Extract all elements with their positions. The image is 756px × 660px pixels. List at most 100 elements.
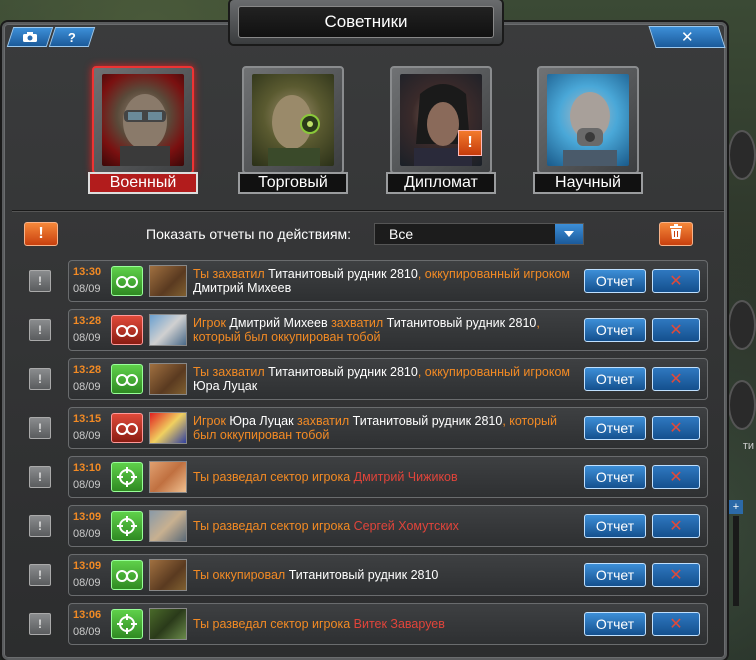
section-divider <box>12 210 724 212</box>
zoom-plus-button[interactable]: + <box>729 500 743 514</box>
report-time: 13:09 <box>73 560 102 572</box>
report-thumbnail <box>149 412 187 444</box>
row-select-checkbox[interactable]: ! <box>29 270 51 292</box>
report-message-part: Титанитовый рудник 2810 <box>288 568 439 582</box>
view-report-button[interactable]: Отчет <box>584 514 646 538</box>
report-message-part: Титанитовый рудник 2810 <box>268 365 418 379</box>
report-time: 13:28 <box>73 315 102 327</box>
advisor-trade[interactable]: Торговый <box>238 66 348 196</box>
report-message-part: , оккупированный игроком <box>417 267 571 281</box>
close-icon: ✕ <box>669 420 683 437</box>
close-icon: ✕ <box>669 616 683 633</box>
background-dial <box>728 130 756 180</box>
report-message-part: Юра Луцак <box>229 414 298 428</box>
close-icon: ✕ <box>680 29 694 46</box>
report-date: 08/09 <box>73 381 101 393</box>
delete-report-button[interactable]: ✕ <box>652 563 700 587</box>
report-message-part: Ты захватил <box>193 267 269 281</box>
view-report-button[interactable]: Отчет <box>584 367 646 391</box>
filter-selected-value: Все <box>389 226 414 242</box>
handcuffs-icon <box>111 364 143 394</box>
trade-advisor-portrait <box>252 74 334 166</box>
advisor-science[interactable]: Научный <box>533 66 643 196</box>
scout-crosshair-icon <box>111 511 143 541</box>
report-message-part: Ты разведал сектор игрока <box>193 470 354 484</box>
alerts-filter-button[interactable]: ! <box>24 222 58 246</box>
view-report-button[interactable]: Отчет <box>584 318 646 342</box>
delete-report-button[interactable]: ✕ <box>652 465 700 489</box>
delete-report-button[interactable]: ✕ <box>652 318 700 342</box>
view-report-button[interactable]: Отчет <box>584 465 646 489</box>
close-icon: ✕ <box>669 567 683 584</box>
report-thumbnail <box>149 314 187 346</box>
close-button[interactable]: ✕ <box>648 26 726 48</box>
handcuffs-icon <box>111 560 143 590</box>
trash-icon <box>669 223 683 245</box>
view-report-button[interactable]: Отчет <box>584 416 646 440</box>
report-thumbnail <box>149 461 187 493</box>
report-message-part: Титанитовый рудник 2810 <box>352 414 503 428</box>
screenshot-button[interactable] <box>6 27 54 47</box>
advisor-frame: ! <box>390 66 492 174</box>
report-message-part: Ты разведал сектор игрока <box>193 519 354 533</box>
zoom-track[interactable] <box>733 516 739 606</box>
help-button[interactable]: ? <box>48 27 96 47</box>
chevron-down-icon[interactable] <box>555 224 583 244</box>
advisor-diplomat[interactable]: ! Дипломат <box>386 66 496 196</box>
delete-report-button[interactable]: ✕ <box>652 367 700 391</box>
window-tab-buttons: ? <box>6 27 96 47</box>
row-select-checkbox[interactable]: ! <box>29 564 51 586</box>
report-time: 13:15 <box>73 413 102 425</box>
row-select-checkbox[interactable]: ! <box>29 613 51 635</box>
close-icon: ✕ <box>669 469 683 486</box>
alert-badge: ! <box>458 130 482 156</box>
report-message-part: Ты захватил <box>193 365 269 379</box>
report-time: 13:10 <box>73 462 102 474</box>
close-icon: ✕ <box>669 371 683 388</box>
report-row: 13:06 08/09 Ты разведал сектор игрока Вите… <box>68 603 708 645</box>
close-icon: ✕ <box>669 273 683 290</box>
report-row: 13:15 08/09 Игрок Юра Луцак захватил Титан… <box>68 407 708 449</box>
action-filter-dropdown[interactable]: Все <box>374 223 584 245</box>
scout-crosshair-icon <box>111 609 143 639</box>
delete-report-button[interactable]: ✕ <box>652 612 700 636</box>
report-message-part: Дмитрий Михеев <box>193 281 292 295</box>
report-thumbnail <box>149 363 187 395</box>
report-time: 13:06 <box>73 609 102 621</box>
report-message: Ты разведал сектор игрока Сергей Хомутск… <box>193 519 573 533</box>
delete-report-button[interactable]: ✕ <box>652 514 700 538</box>
report-message-part: Дмитрий Михеев <box>229 316 332 330</box>
delete-all-button[interactable] <box>659 222 693 246</box>
close-icon: ✕ <box>669 322 683 339</box>
report-message: Ты оккупировал Титанитовый рудник 2810 <box>193 568 573 582</box>
row-select-checkbox[interactable]: ! <box>29 466 51 488</box>
row-select-checkbox[interactable]: ! <box>29 417 51 439</box>
report-time: 13:30 <box>73 266 102 278</box>
report-date: 08/09 <box>73 332 101 344</box>
report-message: Игрок Юра Луцак захватил Титанитовый руд… <box>193 414 573 442</box>
report-message-part: захватил <box>331 316 387 330</box>
view-report-button[interactable]: Отчет <box>584 563 646 587</box>
report-message-part: , оккупированный игроком <box>417 365 571 379</box>
row-select-checkbox[interactable]: ! <box>29 368 51 390</box>
report-thumbnail <box>149 608 187 640</box>
background-dial <box>728 300 756 350</box>
delete-report-button[interactable]: ✕ <box>652 269 700 293</box>
row-select-checkbox[interactable]: ! <box>29 319 51 341</box>
science-advisor-portrait <box>547 74 629 166</box>
background-fragment-text: ти <box>742 440 754 452</box>
report-message-part: Витек Заваруев <box>353 617 445 631</box>
view-report-button[interactable]: Отчет <box>584 612 646 636</box>
advisor-frame <box>92 66 194 174</box>
row-select-checkbox[interactable]: ! <box>29 515 51 537</box>
advisor-military[interactable]: Военный <box>88 66 198 196</box>
report-date: 08/09 <box>73 430 101 442</box>
report-thumbnail <box>149 559 187 591</box>
view-report-button[interactable]: Отчет <box>584 269 646 293</box>
report-message-part: Дмитрий Чижиков <box>353 470 458 484</box>
report-row: 13:28 08/09 Игрок Дмитрий Михеев захватил … <box>68 309 708 351</box>
advisor-label: Военный <box>88 172 198 194</box>
report-message: Ты захватил Титанитовый рудник 2810, окк… <box>193 267 573 295</box>
delete-report-button[interactable]: ✕ <box>652 416 700 440</box>
report-date: 08/09 <box>73 626 101 638</box>
